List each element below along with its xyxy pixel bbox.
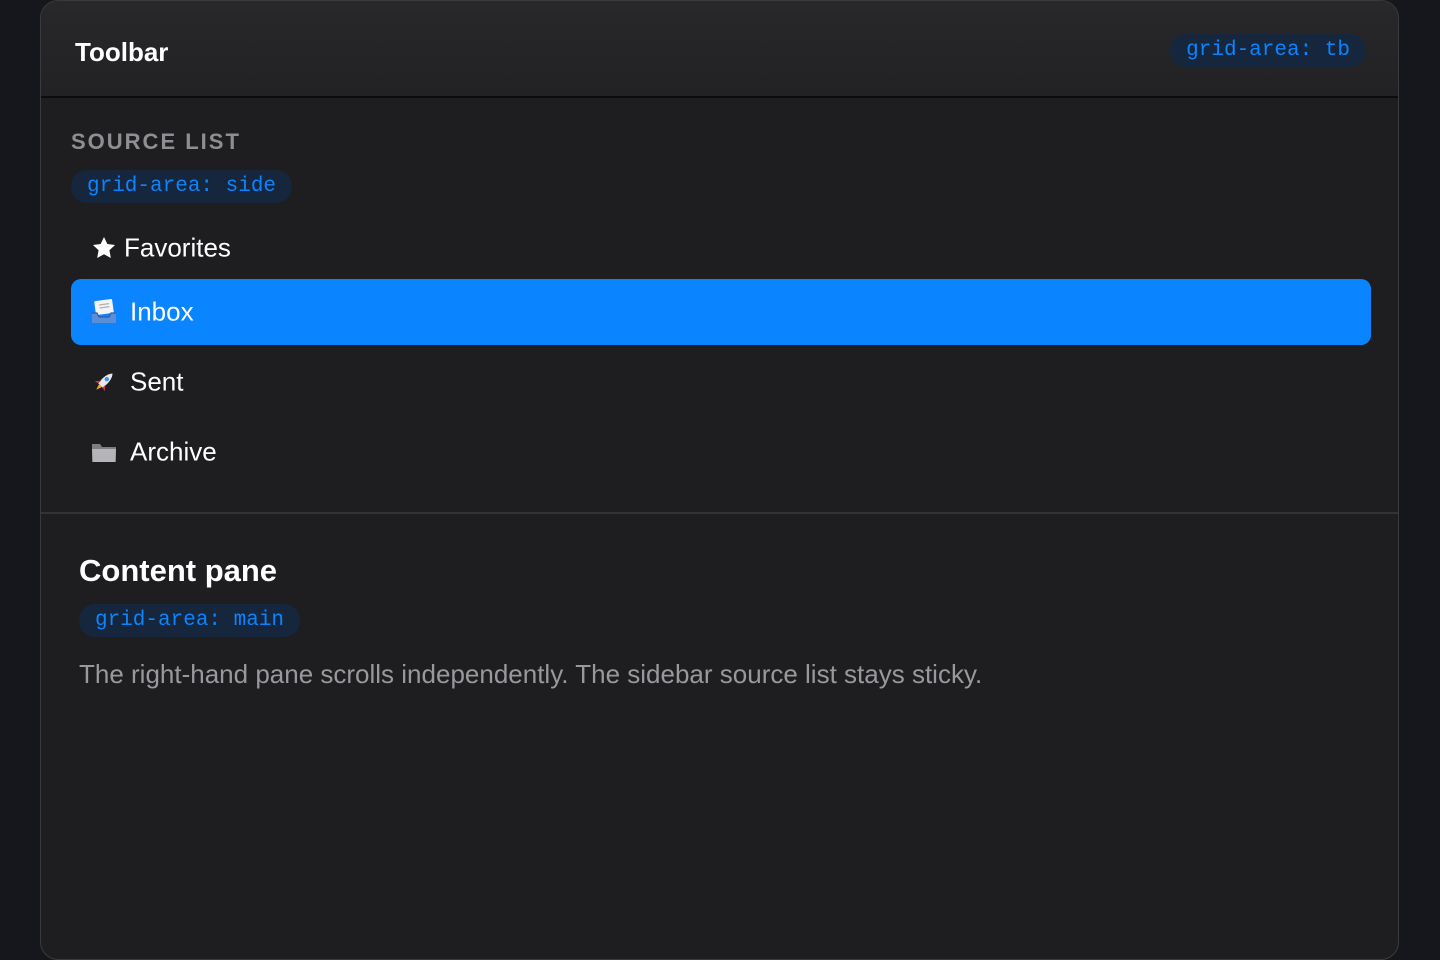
sidebar-item-label: Favorites — [124, 232, 231, 263]
content-area-badge: grid-area: main — [79, 604, 301, 637]
sidebar-source-list: SOURCE LIST grid-area: side Favorites In… — [41, 98, 1398, 514]
toolbar-title: Toolbar — [75, 37, 169, 67]
sidebar-item-label: Inbox — [130, 296, 194, 327]
folder-icon — [89, 437, 119, 467]
app-window: Toolbar grid-area: tb SOURCE LIST grid-a… — [40, 0, 1399, 960]
content-pane: Content pane grid-area: main The right-h… — [41, 514, 1398, 959]
sidebar-item-label: Archive — [130, 436, 217, 467]
sidebar-item-inbox[interactable]: Inbox — [71, 279, 1371, 345]
sidebar-item-label: Sent — [130, 366, 184, 397]
rocket-icon — [89, 367, 119, 397]
sidebar-area-badge: grid-area: side — [71, 170, 293, 203]
content-description: The right-hand pane scrolls independentl… — [79, 659, 983, 689]
sidebar-item-favorites[interactable]: Favorites — [71, 215, 1371, 281]
inbox-tray-icon — [89, 297, 119, 327]
sidebar-item-sent[interactable]: Sent — [71, 349, 1371, 415]
sidebar-heading: SOURCE LIST — [71, 129, 241, 154]
content-title: Content pane — [79, 553, 278, 588]
star-icon — [89, 233, 119, 263]
sidebar-item-archive[interactable]: Archive — [71, 419, 1371, 485]
toolbar-area-badge: grid-area: tb — [1170, 34, 1366, 67]
toolbar: Toolbar grid-area: tb — [41, 1, 1398, 98]
